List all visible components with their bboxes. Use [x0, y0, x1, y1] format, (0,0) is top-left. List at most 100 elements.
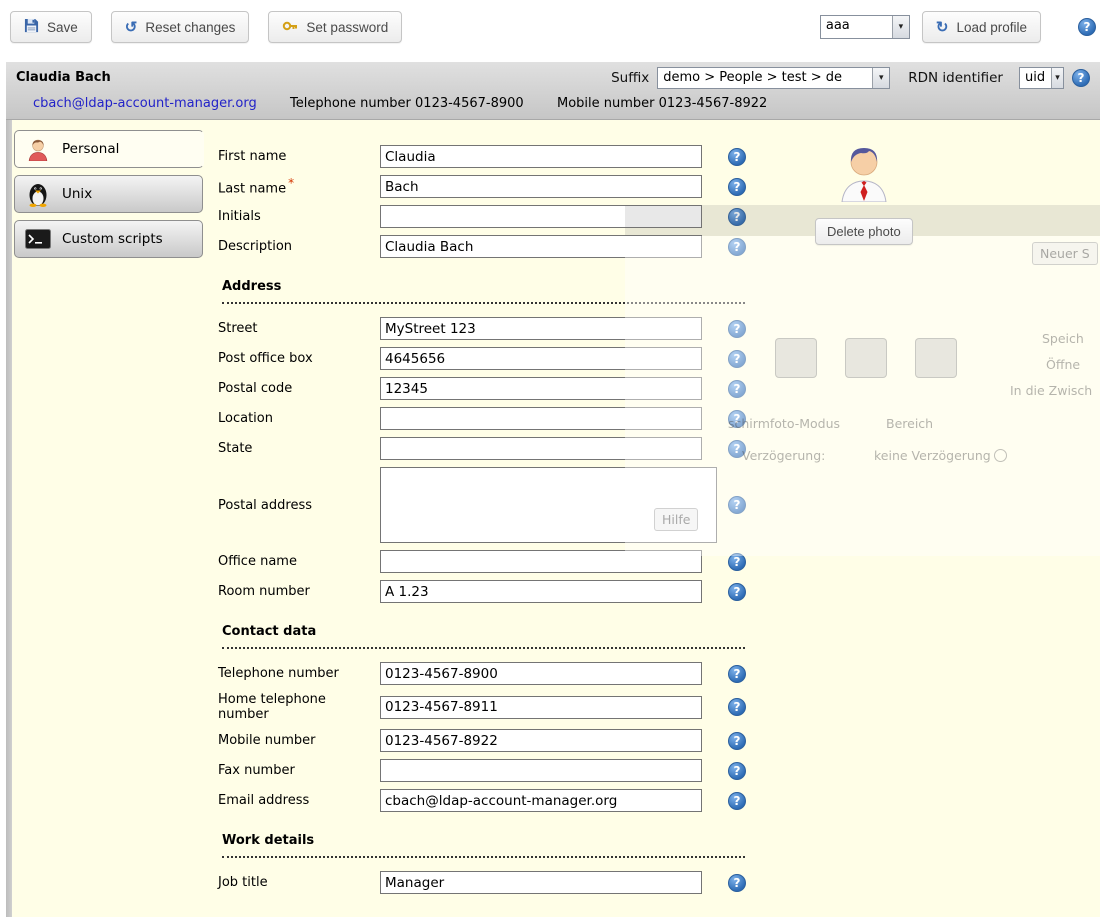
required-marker: *	[288, 176, 294, 190]
field-row-home-telephone-number: Home telephone number ?	[218, 692, 1100, 722]
tab-custom-scripts[interactable]: Custom scripts	[14, 220, 203, 258]
help-icon[interactable]: ?	[728, 380, 746, 398]
section-address: Address	[222, 279, 745, 304]
initials-label: Initials	[218, 209, 380, 224]
first-name-input[interactable]	[380, 145, 702, 168]
post-office-box-input[interactable]	[380, 347, 702, 370]
help-icon[interactable]: ?	[728, 496, 746, 514]
help-icon[interactable]: ?	[728, 732, 746, 750]
help-icon[interactable]: ?	[728, 553, 746, 571]
tab-custom-scripts-label: Custom scripts	[62, 231, 163, 247]
profile-select[interactable]: aaa ▾	[820, 15, 910, 39]
tab-unix[interactable]: Unix	[14, 175, 203, 213]
last-name-input[interactable]	[380, 175, 702, 198]
location-input[interactable]	[380, 407, 702, 430]
suffix-select-value: demo > People > test > de	[658, 68, 872, 88]
email-address-input[interactable]	[380, 789, 702, 812]
top-toolbar: Save ↺ Reset changes Set password aaa ▾ …	[0, 0, 1106, 54]
help-icon[interactable]: ?	[728, 410, 746, 428]
post-office-box-label: Post office box	[218, 351, 380, 366]
help-icon[interactable]: ?	[728, 874, 746, 892]
postal-code-label: Postal code	[218, 381, 380, 396]
telephone-number-input[interactable]	[380, 662, 702, 685]
initials-input[interactable]	[380, 205, 702, 228]
help-icon[interactable]: ?	[728, 178, 746, 196]
save-button-label: Save	[47, 20, 78, 35]
account-header: Claudia Bach Suffix demo > People > test…	[6, 62, 1100, 120]
section-contact-data: Contact data	[222, 624, 745, 649]
help-icon[interactable]: ?	[1078, 18, 1096, 36]
telephone-number-label: Telephone number	[218, 666, 380, 681]
help-icon[interactable]: ?	[728, 320, 746, 338]
postal-code-input[interactable]	[380, 377, 702, 400]
room-number-label: Room number	[218, 584, 380, 599]
room-number-input[interactable]	[380, 580, 702, 603]
state-input[interactable]	[380, 437, 702, 460]
field-row-room-number: Room number ?	[218, 580, 1100, 603]
street-input[interactable]	[380, 317, 702, 340]
tux-penguin-icon	[24, 181, 52, 207]
reset-button-label: Reset changes	[145, 20, 235, 35]
person-icon	[24, 137, 52, 161]
chevron-down-icon: ▾	[1051, 68, 1063, 88]
field-row-location: Location ?	[218, 407, 1100, 430]
section-work-details: Work details	[222, 833, 745, 858]
office-name-label: Office name	[218, 554, 380, 569]
help-icon[interactable]: ?	[1072, 69, 1090, 87]
help-icon[interactable]: ?	[728, 583, 746, 601]
description-input[interactable]	[380, 235, 702, 258]
suffix-select[interactable]: demo > People > test > de ▾	[657, 67, 890, 89]
help-icon[interactable]: ?	[728, 762, 746, 780]
chevron-down-icon: ▾	[872, 68, 889, 88]
set-password-button-label: Set password	[306, 20, 388, 35]
location-label: Location	[218, 411, 380, 426]
tab-unix-label: Unix	[62, 186, 92, 202]
chevron-down-icon: ▾	[892, 16, 909, 38]
set-password-button[interactable]: Set password	[268, 11, 402, 43]
save-button[interactable]: Save	[10, 11, 92, 43]
help-icon[interactable]: ?	[728, 665, 746, 683]
help-icon[interactable]: ?	[728, 148, 746, 166]
postal-address-textarea[interactable]	[380, 467, 717, 543]
photo-block: Delete photo	[815, 140, 913, 245]
field-row-state: State ?	[218, 437, 1100, 460]
field-row-post-office-box: Post office box ?	[218, 347, 1100, 370]
reset-icon: ↺	[125, 20, 138, 35]
profile-select-value: aaa	[821, 16, 892, 38]
field-row-email-address: Email address ?	[218, 789, 1100, 812]
load-profile-icon: ↻	[936, 20, 949, 35]
module-tabs: Personal Unix	[6, 120, 203, 917]
suffix-label: Suffix	[611, 70, 649, 86]
street-label: Street	[218, 321, 380, 336]
office-name-input[interactable]	[380, 550, 702, 573]
help-icon[interactable]: ?	[728, 698, 746, 716]
help-icon[interactable]: ?	[728, 350, 746, 368]
field-row-initials: Initials ?	[218, 205, 1100, 228]
help-icon[interactable]: ?	[728, 238, 746, 256]
rdn-identifier-select[interactable]: uid ▾	[1019, 67, 1064, 89]
home-telephone-number-input[interactable]	[380, 696, 702, 719]
job-title-input[interactable]	[380, 871, 702, 894]
account-email-link[interactable]: cbach@ldap-account-manager.org	[33, 96, 257, 111]
fax-number-input[interactable]	[380, 759, 702, 782]
help-icon[interactable]: ?	[728, 440, 746, 458]
field-row-fax-number: Fax number ?	[218, 759, 1100, 782]
reset-changes-button[interactable]: ↺ Reset changes	[111, 11, 250, 43]
tab-personal[interactable]: Personal	[14, 130, 204, 168]
mobile-number-label: Mobile number	[218, 733, 380, 748]
description-label: Description	[218, 239, 380, 254]
account-mobile-text: Mobile number 0123-4567-8922	[557, 96, 767, 111]
home-telephone-number-label: Home telephone number	[218, 692, 380, 722]
save-icon	[24, 18, 39, 36]
field-row-mobile-number: Mobile number ?	[218, 729, 1100, 752]
job-title-label: Job title	[218, 875, 380, 890]
state-label: State	[218, 441, 380, 456]
help-icon[interactable]: ?	[728, 792, 746, 810]
load-profile-button[interactable]: ↻ Load profile	[922, 11, 1041, 43]
delete-photo-button[interactable]: Delete photo	[815, 218, 913, 245]
first-name-label: First name	[218, 149, 380, 164]
help-icon[interactable]: ?	[728, 208, 746, 226]
account-container: Claudia Bach Suffix demo > People > test…	[6, 62, 1100, 917]
mobile-number-input[interactable]	[380, 729, 702, 752]
delete-photo-button-label: Delete photo	[827, 224, 901, 239]
